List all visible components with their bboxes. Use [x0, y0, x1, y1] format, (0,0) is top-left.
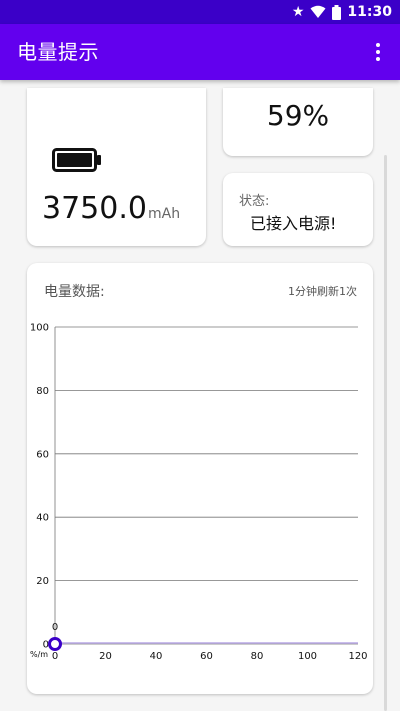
more-vert-icon-dot — [376, 50, 380, 54]
data-point-label: 0 — [52, 622, 58, 633]
more-vert-icon-dot — [376, 57, 380, 61]
charging-status-card: 状态: 已接入电源! — [223, 173, 373, 246]
y-axis-unit-label: %/m — [30, 650, 48, 659]
status-label: 状态: — [239, 194, 270, 209]
battery-percent: 59% — [266, 99, 330, 132]
status-time: 11:30 — [347, 4, 392, 20]
app-bar: 电量提示 — [0, 24, 400, 80]
battery-capacity: 3750.0mAh — [42, 191, 180, 226]
x-tick-label: 0 — [52, 651, 58, 662]
data-point — [48, 637, 62, 651]
more-vert-icon — [376, 43, 380, 47]
battery-status-icon — [332, 4, 342, 20]
star-icon: ★ — [291, 4, 305, 20]
x-tick-label: 120 — [348, 651, 367, 662]
y-tick-label: 80 — [36, 386, 49, 397]
x-tick-label: 100 — [298, 651, 317, 662]
status-icons: ★ 11:30 — [292, 3, 392, 21]
y-tick-label: 60 — [36, 449, 49, 460]
scrollbar[interactable] — [384, 155, 387, 711]
battery-line-chart: 0204060801000 20 40 60 80 100 120%/m0 — [30, 323, 368, 663]
status-bar: ★ 11:30 — [0, 0, 400, 24]
y-tick-label: 0 — [43, 640, 49, 651]
overflow-menu-button[interactable] — [366, 38, 390, 66]
y-tick-label: 40 — [36, 513, 49, 524]
chart-card: 电量数据: 1分钟刷新1次 0 20 40 60 80 100 0 20 40 60 80 100 12… — [27, 263, 373, 694]
wifi-icon — [310, 5, 326, 18]
capacity-card: 3750.0mAh — [27, 88, 206, 246]
app-title: 电量提示 — [17, 40, 99, 64]
y-tick-label: 100 — [30, 323, 49, 334]
x-tick-label: 80 — [251, 651, 264, 662]
y-tick-label: 20 — [36, 576, 49, 587]
capacity-number: 3750.0 — [42, 191, 147, 226]
percent-card: 59% — [223, 88, 373, 156]
status-value: 已接入电源! — [250, 214, 337, 233]
battery-icon — [52, 148, 101, 172]
capacity-unit: mAh — [147, 206, 181, 222]
x-tick-label: 40 — [150, 651, 163, 662]
x-tick-label: 60 — [200, 651, 213, 662]
x-tick-label: 20 — [99, 651, 112, 662]
